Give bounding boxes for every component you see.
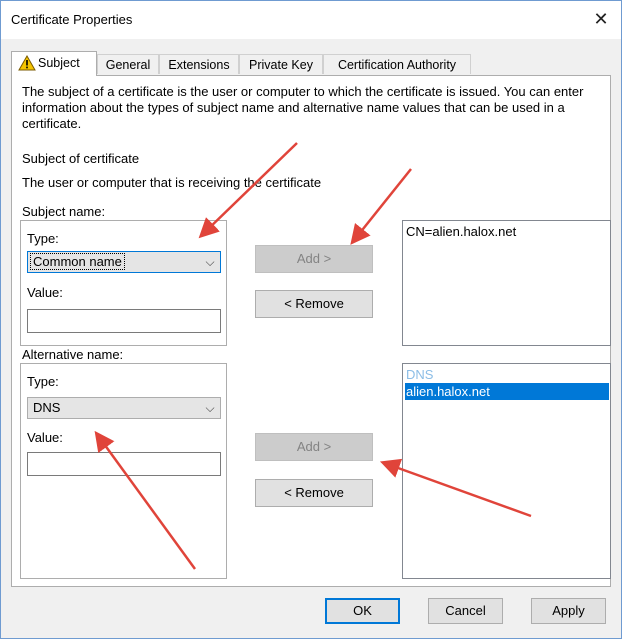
subject-name-label: Subject name:: [22, 204, 106, 219]
alternative-value-label: Value:: [27, 430, 63, 445]
alternative-type-select[interactable]: DNS ⌵: [27, 397, 221, 419]
alternative-type-value: DNS: [33, 400, 61, 415]
alternative-list[interactable]: DNS alien.halox.net: [402, 363, 611, 579]
tab-certification-authority-label: Certification Authority: [337, 58, 457, 72]
title-bar: Certificate Properties ✕: [1, 1, 621, 39]
list-item[interactable]: CN=alien.halox.net: [405, 223, 516, 240]
subject-tab-panel: The subject of a certificate is the user…: [11, 75, 611, 587]
intro-text: The subject of a certificate is the user…: [22, 84, 584, 131]
tab-subject-label: Subject: [38, 56, 80, 70]
section-heading: Subject of certificate: [22, 151, 140, 166]
close-button[interactable]: ✕: [587, 5, 615, 33]
subject-type-select[interactable]: Common name ⌵: [27, 251, 221, 273]
subject-value-label: Value:: [27, 285, 63, 300]
window-title: Certificate Properties: [11, 12, 133, 27]
certificate-properties-dialog: Certificate Properties ✕ Subject General…: [0, 0, 622, 639]
chevron-down-icon: ⌵: [205, 255, 215, 269]
alternative-value-input[interactable]: [27, 452, 221, 476]
subject-add-button[interactable]: Add >: [255, 245, 373, 273]
tab-extensions-label: Extensions: [168, 58, 230, 72]
tab-certification-authority[interactable]: Certification Authority: [323, 54, 471, 74]
subject-value-input[interactable]: [27, 309, 221, 333]
tab-general[interactable]: General: [97, 54, 159, 74]
alternative-remove-button[interactable]: < Remove: [255, 479, 373, 507]
apply-button[interactable]: Apply: [531, 598, 606, 624]
subject-type-label: Type:: [27, 231, 59, 246]
alternative-type-label: Type:: [27, 374, 59, 389]
chevron-down-icon: ⌵: [205, 401, 215, 415]
alternative-add-button[interactable]: Add >: [255, 433, 373, 461]
warning-icon: [18, 55, 36, 71]
tab-private-key[interactable]: Private Key: [239, 54, 323, 74]
section-description: The user or computer that is receiving t…: [22, 175, 322, 190]
subject-list[interactable]: CN=alien.halox.net: [402, 220, 611, 346]
list-item[interactable]: alien.halox.net: [405, 383, 609, 400]
ok-button[interactable]: OK: [325, 598, 400, 624]
subject-type-value: Common name: [30, 253, 125, 270]
tab-extensions[interactable]: Extensions: [159, 54, 239, 74]
alternative-name-group: Type: DNS ⌵ Value:: [20, 363, 227, 579]
cancel-button[interactable]: Cancel: [428, 598, 503, 624]
subject-name-group: Type: Common name ⌵ Value:: [20, 220, 227, 346]
alternative-name-label: Alternative name:: [22, 347, 124, 362]
list-group-header: DNS: [406, 367, 434, 382]
tab-subject[interactable]: Subject: [11, 51, 97, 76]
tab-private-key-label: Private Key: [249, 58, 313, 72]
tab-general-label: General: [105, 58, 151, 72]
subject-remove-button[interactable]: < Remove: [255, 290, 373, 318]
